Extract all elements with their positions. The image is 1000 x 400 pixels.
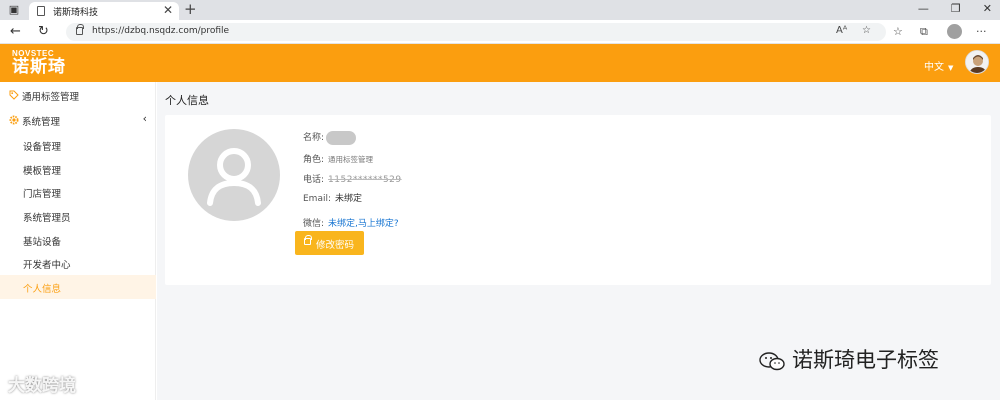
tab-title: 诺斯琦科技 <box>53 8 99 18</box>
sidebar-group-tags[interactable]: 通用标签管理 <box>0 83 156 107</box>
lock-icon[interactable] <box>76 24 84 35</box>
more-menu-icon[interactable]: ··· <box>976 25 987 38</box>
change-password-button[interactable]: 修改密码 <box>295 231 364 255</box>
url-text[interactable]: https://dzbq.nsqdz.com/profile <box>92 26 229 36</box>
sidebar-item-device[interactable]: 设备管理 <box>0 133 156 157</box>
email-value: 未绑定 <box>335 194 363 204</box>
chevron-left-icon[interactable]: ‹ <box>143 112 147 125</box>
email-field: Email: 未绑定 <box>303 191 362 204</box>
user-placeholder-icon <box>207 148 261 206</box>
sidebar-item-label: 模板管理 <box>23 166 62 177</box>
favorites-icon[interactable]: ☆ <box>893 25 903 38</box>
phone-field: 电话: 1152******529 <box>303 172 402 185</box>
wechat-icon <box>759 352 785 371</box>
sidebar: 通用标签管理 系统管理 ‹ 设备管理 模板管理 门店管理 系统管理员 基站设备 … <box>0 82 156 400</box>
user-avatar[interactable] <box>965 50 989 74</box>
lock-icon <box>304 235 312 245</box>
sidebar-item-base-station[interactable]: 基站设备 <box>0 228 156 252</box>
name-label: 名称: <box>303 133 325 143</box>
sidebar-item-label: 设备管理 <box>23 142 62 153</box>
sidebar-item-label: 系统管理员 <box>23 213 71 224</box>
name-value-redacted <box>326 130 357 145</box>
role-label: 角色: <box>303 155 325 165</box>
language-dropdown[interactable]: 中文 ▼ <box>924 58 953 73</box>
tab-actions-icon[interactable]: ▣ <box>7 3 21 17</box>
sidebar-item-developer[interactable]: 开发者中心 <box>0 251 156 275</box>
window-close-icon[interactable]: ✕ <box>983 2 992 15</box>
watermark-left: 大数跨境 <box>8 371 76 396</box>
wechat-bind-link[interactable]: 未绑定,马上绑定? <box>328 219 399 229</box>
browser-profile-avatar[interactable] <box>947 24 962 39</box>
phone-label: 电话: <box>303 175 325 185</box>
sidebar-group-tags-label: 通用标签管理 <box>22 92 80 103</box>
read-aloud-icon[interactable]: Aᴬ <box>836 25 847 36</box>
sidebar-item-label: 开发者中心 <box>23 260 71 271</box>
caret-down-icon: ▼ <box>948 64 954 72</box>
watermark-right-text: 诺斯琦电子标签 <box>792 348 939 372</box>
sidebar-group-system-label: 系统管理 <box>22 117 61 128</box>
watermark-right: 诺斯琦电子标签 <box>758 344 939 374</box>
sidebar-item-profile[interactable]: 个人信息 <box>0 275 156 299</box>
wechat-label: 微信: <box>303 219 325 229</box>
watermark-left-text: 大数跨境 <box>8 376 76 396</box>
language-label: 中文 <box>924 62 944 73</box>
tab-close-icon[interactable]: ✕ <box>163 3 173 17</box>
change-password-label: 修改密码 <box>316 240 355 251</box>
profile-avatar <box>188 129 280 221</box>
back-icon[interactable]: ← <box>10 24 21 39</box>
new-tab-icon[interactable]: + <box>184 0 197 18</box>
name-field: 名称: <box>303 130 357 145</box>
logo-cn-text: 诺斯琦 <box>12 57 66 77</box>
sidebar-item-template[interactable]: 模板管理 <box>0 157 156 181</box>
refresh-icon[interactable]: ↻ <box>38 24 49 39</box>
browser-tab[interactable]: 诺斯琦科技 ✕ <box>29 2 179 20</box>
url-bar[interactable]: https://dzbq.nsqdz.com/profile Aᴬ ☆ <box>66 23 886 41</box>
browser-tab-bar: ▣ 诺斯琦科技 ✕ + — ❐ ✕ <box>0 0 1000 20</box>
window-controls: — ❐ ✕ <box>918 2 992 15</box>
minimize-icon[interactable]: — <box>918 2 929 15</box>
sidebar-item-store[interactable]: 门店管理 <box>0 180 156 204</box>
page-title: 个人信息 <box>165 94 209 107</box>
page-icon <box>37 6 45 16</box>
logo[interactable]: NOVSTEC 诺斯琦 <box>12 49 66 76</box>
sidebar-item-label: 门店管理 <box>23 189 62 200</box>
collections-icon[interactable]: ⧉ <box>920 25 928 39</box>
wechat-field: 微信: 未绑定,马上绑定? <box>303 216 399 229</box>
tag-icon <box>9 90 19 100</box>
restore-icon[interactable]: ❐ <box>951 2 961 15</box>
phone-value: 1152******529 <box>328 175 402 185</box>
gear-icon <box>9 115 19 125</box>
role-value: 通用标签管理 <box>328 155 374 164</box>
sidebar-item-label: 基站设备 <box>23 237 62 248</box>
sidebar-item-admin[interactable]: 系统管理员 <box>0 204 156 228</box>
profile-card: 名称: 角色: 通用标签管理 电话: 1152******529 Email: 未绑定… <box>165 115 991 285</box>
favorite-add-icon[interactable]: ☆ <box>862 25 871 36</box>
app-header: NOVSTEC 诺斯琦 中文 ▼ <box>0 44 1000 82</box>
address-toolbar: ← ↻ https://dzbq.nsqdz.com/profile Aᴬ ☆ … <box>0 20 1000 44</box>
sidebar-group-system[interactable]: 系统管理 ‹ <box>0 108 156 132</box>
sidebar-item-label: 个人信息 <box>23 284 62 295</box>
role-field: 角色: 通用标签管理 <box>303 152 373 165</box>
email-label: Email: <box>303 194 332 204</box>
